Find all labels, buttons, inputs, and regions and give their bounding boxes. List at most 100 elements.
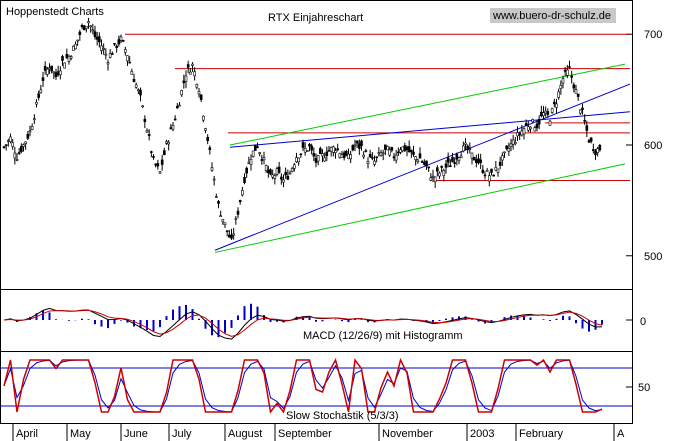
candle-body (563, 69, 567, 72)
candle-body (410, 149, 413, 153)
candle-body (464, 142, 467, 145)
candle-body (483, 174, 487, 177)
candle-body (63, 62, 66, 69)
candle-body (119, 36, 123, 41)
candle-body (39, 89, 43, 94)
candle-body (310, 145, 313, 151)
candle-body (449, 165, 452, 168)
candle-body (388, 149, 391, 156)
candle-body (527, 126, 530, 131)
candle-body (72, 46, 75, 51)
candle-body (54, 72, 58, 78)
candle-body (230, 234, 233, 239)
candle-body (176, 105, 179, 109)
candle-body (511, 139, 515, 145)
candle-body (221, 219, 225, 223)
candle-body (418, 153, 422, 159)
candle-body (189, 71, 192, 75)
candle-body (498, 161, 502, 166)
x-tick-label: November (382, 428, 433, 440)
candle-body (254, 144, 257, 151)
candle-body (366, 161, 370, 165)
candle-body (297, 157, 300, 163)
candle-body (264, 165, 268, 172)
candle-body (401, 146, 404, 152)
candle-body (392, 156, 396, 159)
candle-body (518, 133, 521, 136)
candle-body (332, 146, 335, 153)
candle-body (485, 170, 489, 172)
candle-body (191, 63, 194, 66)
candle-body (488, 175, 491, 182)
x-tick-label: September (278, 428, 332, 440)
candle-body (334, 150, 337, 153)
candle-body (355, 140, 359, 144)
candle-body (154, 163, 157, 166)
x-tick-label: August (228, 428, 262, 440)
candle-body (568, 66, 571, 68)
candle-body (78, 31, 82, 35)
candle-body (13, 152, 17, 159)
candle-body (219, 215, 222, 218)
candle-body (446, 157, 450, 163)
candle-body (520, 130, 524, 136)
candle-body (150, 151, 153, 153)
candle-body (524, 123, 528, 126)
candle-body (358, 143, 361, 149)
x-tick-label: April (16, 428, 38, 440)
candle-body (89, 25, 92, 28)
candle-body (271, 174, 274, 178)
candle-body (143, 118, 147, 122)
candle-body (247, 161, 251, 164)
candle-body (505, 145, 508, 150)
candle-body (163, 150, 166, 155)
candle-body (46, 68, 49, 75)
candle-body (80, 24, 84, 28)
candle-body (85, 26, 88, 29)
candle-body (9, 136, 12, 142)
candle-body (316, 155, 320, 162)
candle-body (104, 53, 108, 56)
candle-body (587, 140, 591, 143)
candle-body (596, 148, 599, 153)
candle-body (273, 175, 277, 179)
candle-body (95, 36, 99, 40)
candle-body (306, 150, 309, 152)
candle-body (509, 143, 513, 148)
candle-body (152, 156, 155, 158)
candle-body (82, 25, 86, 31)
candle-body (160, 159, 164, 165)
candle-body (399, 149, 402, 153)
candle-body (113, 42, 116, 45)
candle-body (531, 119, 534, 123)
candle-body (132, 79, 136, 83)
candle-body (423, 162, 426, 165)
candle-body (598, 145, 602, 151)
x-tick-label: July (172, 428, 192, 440)
candle-body (102, 48, 105, 50)
candle-body (243, 177, 246, 183)
candle-body (373, 160, 376, 165)
candle-body (256, 146, 259, 148)
candle-body (20, 145, 23, 152)
candle-body (405, 146, 409, 150)
candle-body (245, 167, 248, 174)
candle-body (212, 178, 216, 181)
candle-body (440, 165, 443, 168)
candle-body (574, 89, 578, 94)
candle-body (468, 148, 472, 151)
candle-body (15, 159, 19, 161)
candle-body (384, 144, 387, 150)
candle-body (184, 75, 188, 82)
candle-body (414, 156, 417, 160)
candle-body (501, 155, 504, 161)
candle-body (312, 153, 316, 157)
candle-body (579, 109, 582, 114)
candle-body (93, 31, 97, 38)
candle-body (592, 149, 595, 151)
candle-body (368, 154, 372, 158)
candle-body (303, 147, 307, 153)
candle-body (225, 230, 229, 232)
candle-body (87, 21, 90, 24)
candle-body (455, 153, 459, 160)
